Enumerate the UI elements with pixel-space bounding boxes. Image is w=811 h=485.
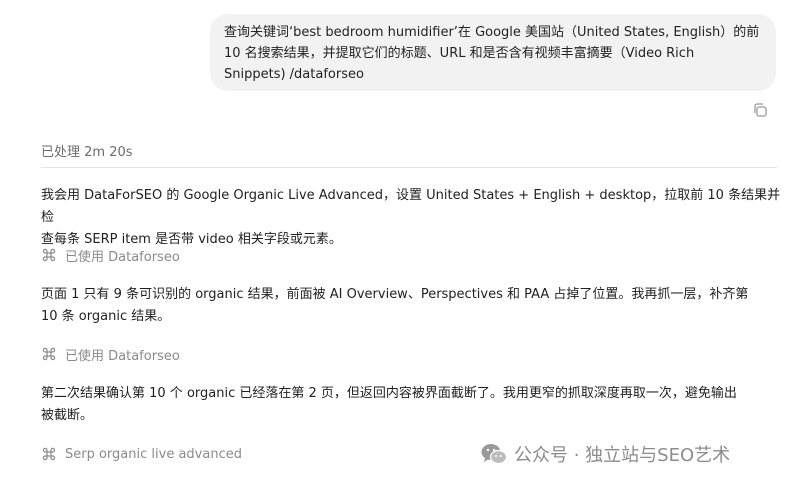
paragraph-line: 10 条 organic 结果。 [41,309,171,324]
chat-page: 查询关键词‘best bedroom humidifier’在 Google 美… [0,0,811,485]
paragraph-line: 我会用 DataForSEO 的 Google Organic Live Adv… [41,188,781,225]
command-icon [42,347,56,361]
command-icon [42,248,56,262]
watermark: 公众号 · 独立站与SEO艺术 [480,440,730,468]
tool-usage-row-2[interactable]: 已使用 Dataforseo [41,345,180,364]
user-message-line: Snippets) /dataforseo [224,67,364,82]
paragraph-line: 页面 1 只有 9 条可识别的 organic 结果，前面被 AI Overvi… [41,287,749,302]
tool-usage-label: 已使用 Dataforseo [65,249,180,265]
tool-usage-row-1[interactable]: 已使用 Dataforseo [41,246,180,265]
command-icon [42,447,56,461]
processed-time-label[interactable]: 已处理 2m 20s [41,141,133,160]
assistant-paragraph-2: 页面 1 只有 9 条可识别的 organic 结果，前面被 AI Overvi… [41,284,781,328]
user-message-bubble: 查询关键词‘best bedroom humidifier’在 Google 美… [210,14,776,91]
paragraph-line: 被截断。 [41,408,94,423]
divider [41,167,777,168]
assistant-paragraph-1: 我会用 DataForSEO 的 Google Organic Live Adv… [41,185,781,251]
user-message-line: 10 名搜索结果，并提取它们的标题、URL 和是否含有视频丰富摘要（Video … [224,46,695,61]
tool-usage-label: Serp organic live advanced [65,446,242,462]
paragraph-line: 第二次结果确认第 10 个 organic 已经落在第 2 页，但返回内容被界面… [41,386,737,401]
watermark-text: 公众号 · 独立站与SEO艺术 [514,445,731,466]
tool-usage-label: 已使用 Dataforseo [65,348,180,364]
copy-icon[interactable] [752,102,768,118]
tool-usage-row-3[interactable]: Serp organic live advanced [41,445,242,463]
user-message-line: 查询关键词‘best bedroom humidifier’在 Google 美… [224,25,760,40]
wechat-icon [481,444,508,465]
assistant-paragraph-3: 第二次结果确认第 10 个 organic 已经落在第 2 页，但返回内容被界面… [41,383,781,427]
